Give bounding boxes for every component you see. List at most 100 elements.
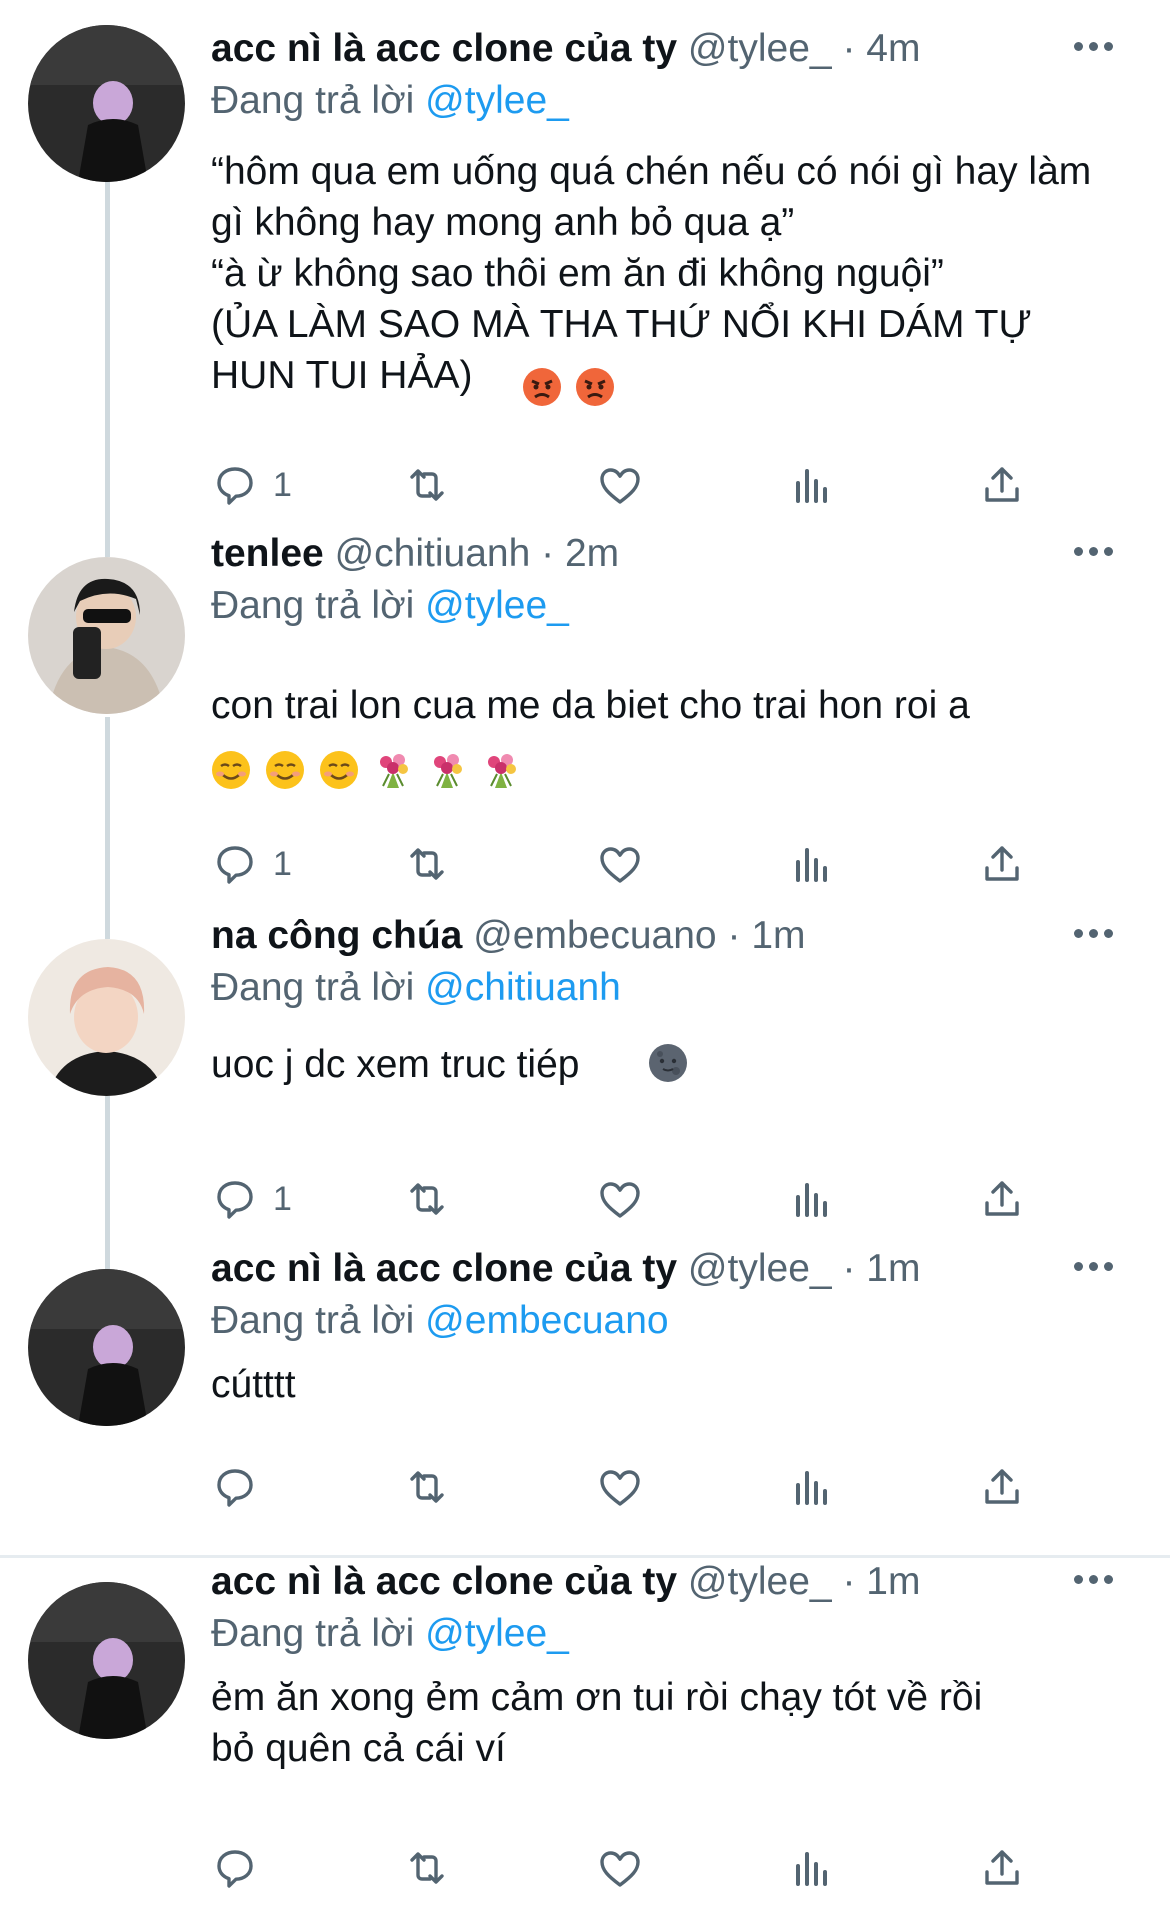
more-options-icon[interactable] bbox=[1073, 36, 1113, 56]
tweet-header: tenlee @chitiuanh · 2m bbox=[211, 527, 619, 581]
retweet-button[interactable] bbox=[403, 834, 451, 894]
smiling-face-icon bbox=[320, 751, 358, 789]
share-button[interactable] bbox=[978, 1169, 1026, 1229]
like-icon bbox=[600, 847, 640, 883]
display-name[interactable]: tenlee bbox=[211, 532, 324, 575]
like-button[interactable] bbox=[596, 1457, 644, 1517]
tweet[interactable]: acc nì là acc clone của ty @tylee_ · 1m … bbox=[0, 1558, 1170, 1915]
tweet-actions bbox=[0, 1838, 1170, 1898]
reply-button[interactable]: 1 bbox=[211, 834, 292, 894]
retweet-button[interactable] bbox=[403, 1169, 451, 1229]
tweet-actions: 1 bbox=[0, 1169, 1170, 1229]
avatar[interactable] bbox=[28, 557, 185, 714]
display-name[interactable]: acc nì là acc clone của ty bbox=[211, 27, 677, 70]
retweet-icon bbox=[410, 469, 444, 501]
views-icon bbox=[796, 1852, 827, 1886]
like-button[interactable] bbox=[596, 455, 644, 515]
retweet-icon bbox=[410, 848, 444, 880]
like-icon bbox=[600, 1182, 640, 1218]
display-name[interactable]: acc nì là acc clone của ty bbox=[211, 1560, 677, 1603]
separator-dot: · bbox=[842, 1247, 856, 1290]
reply-button[interactable]: 1 bbox=[211, 1169, 292, 1229]
tweet[interactable]: acc nì là acc clone của ty @tylee_ · 4m … bbox=[0, 0, 1170, 535]
tweet[interactable]: na công chúa @embecuano · 1m Đang trả lờ… bbox=[0, 914, 1170, 1245]
timestamp[interactable]: 1m bbox=[751, 914, 805, 957]
smiling-face-icon bbox=[266, 751, 304, 789]
avatar-image bbox=[28, 25, 185, 182]
views-button[interactable] bbox=[788, 455, 836, 515]
more-options-icon[interactable] bbox=[1073, 923, 1113, 943]
display-name[interactable]: na công chúa bbox=[211, 914, 462, 957]
reply-icon bbox=[217, 1181, 253, 1219]
views-icon bbox=[796, 848, 827, 882]
reply-icon bbox=[217, 1850, 253, 1888]
user-handle[interactable]: @chitiuanh bbox=[335, 532, 531, 575]
mention-link[interactable]: @chitiuanh bbox=[425, 966, 621, 1009]
like-button[interactable] bbox=[596, 834, 644, 894]
views-button[interactable] bbox=[788, 1457, 836, 1517]
retweet-button[interactable] bbox=[403, 1457, 451, 1517]
separator-dot: · bbox=[842, 27, 856, 70]
avatar[interactable] bbox=[28, 1582, 185, 1739]
user-handle[interactable]: @tylee_ bbox=[688, 27, 832, 70]
tweet-actions bbox=[0, 1457, 1170, 1517]
reply-button[interactable] bbox=[211, 1838, 259, 1898]
bouquet-icon bbox=[380, 754, 408, 788]
emoji-row bbox=[648, 1043, 688, 1083]
avatar-image bbox=[28, 1269, 185, 1426]
share-button[interactable] bbox=[978, 1457, 1026, 1517]
reply-button[interactable] bbox=[211, 1457, 259, 1517]
separator-dot: · bbox=[541, 532, 555, 575]
mention-link[interactable]: @tylee_ bbox=[425, 584, 569, 627]
thread-line bbox=[105, 1245, 110, 1269]
tweet[interactable]: acc nì là acc clone của ty @tylee_ · 1m … bbox=[0, 1245, 1170, 1555]
display-name[interactable]: acc nì là acc clone của ty bbox=[211, 1247, 677, 1290]
timestamp[interactable]: 1m bbox=[866, 1560, 920, 1603]
replying-to-label: Đang trả lời bbox=[211, 966, 415, 1009]
avatar[interactable] bbox=[28, 939, 185, 1096]
share-button[interactable] bbox=[978, 455, 1026, 515]
like-button[interactable] bbox=[596, 1169, 644, 1229]
thread-line bbox=[105, 535, 110, 557]
timestamp[interactable]: 4m bbox=[866, 27, 920, 70]
thread-line bbox=[105, 915, 110, 939]
replying-to: Đang trả lời @chitiuanh bbox=[211, 961, 621, 1015]
avatar[interactable] bbox=[28, 25, 185, 182]
share-button[interactable] bbox=[978, 834, 1026, 894]
tweet-text: cútttt bbox=[211, 1363, 296, 1406]
more-options-icon[interactable] bbox=[1073, 1569, 1113, 1589]
more-options-icon[interactable] bbox=[1073, 1256, 1113, 1276]
smiling-face-icon bbox=[212, 751, 250, 789]
like-button[interactable] bbox=[596, 1838, 644, 1898]
reply-icon bbox=[217, 467, 253, 505]
views-button[interactable] bbox=[788, 1838, 836, 1898]
views-button[interactable] bbox=[788, 1169, 836, 1229]
like-icon bbox=[600, 1470, 640, 1506]
timestamp[interactable]: 2m bbox=[565, 532, 619, 575]
tweet-text: ẻm ăn xong ẻm cảm ơn tui ròi chạy tót về… bbox=[211, 1676, 983, 1770]
retweet-button[interactable] bbox=[403, 1838, 451, 1898]
user-handle[interactable]: @tylee_ bbox=[688, 1247, 832, 1290]
share-button[interactable] bbox=[978, 1838, 1026, 1898]
tweet-actions: 1 bbox=[0, 455, 1170, 515]
more-options-icon[interactable] bbox=[1073, 541, 1113, 561]
share-icon bbox=[985, 467, 1019, 502]
mention-link[interactable]: @tylee_ bbox=[425, 79, 569, 122]
views-button[interactable] bbox=[788, 834, 836, 894]
timestamp[interactable]: 1m bbox=[866, 1247, 920, 1290]
retweet-icon bbox=[410, 1183, 444, 1215]
tweet[interactable]: tenlee @chitiuanh · 2m Đang trả lời @tyl… bbox=[0, 532, 1170, 915]
tweet-text: uoc j dc xem truc tiép bbox=[211, 1043, 580, 1086]
tweet-header: acc nì là acc clone của ty @tylee_ · 4m bbox=[211, 22, 920, 76]
mention-link[interactable]: @tylee_ bbox=[425, 1612, 569, 1655]
avatar[interactable] bbox=[28, 1269, 185, 1426]
share-icon bbox=[985, 1181, 1019, 1216]
mention-link[interactable]: @embecuano bbox=[425, 1299, 668, 1342]
user-handle[interactable]: @embecuano bbox=[473, 914, 716, 957]
user-handle[interactable]: @tylee_ bbox=[688, 1560, 832, 1603]
retweet-button[interactable] bbox=[403, 455, 451, 515]
reply-button[interactable]: 1 bbox=[211, 455, 292, 515]
emoji-row bbox=[211, 750, 521, 790]
emoji-row bbox=[522, 367, 615, 407]
reply-count: 1 bbox=[273, 465, 292, 504]
